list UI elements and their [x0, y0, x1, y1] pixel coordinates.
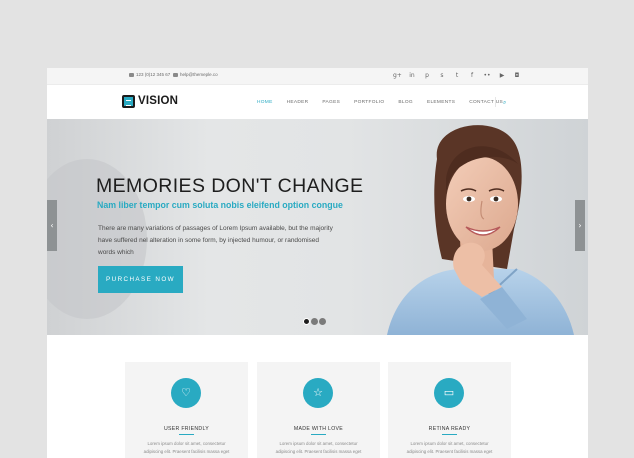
feature-text: Lorem ipsum dolor sit amet, consectetur … — [406, 441, 493, 454]
nav-item-elements[interactable]: ELEMENTS — [427, 100, 455, 105]
hero-woman-image — [387, 125, 574, 335]
slider-prev-button[interactable]: ‹ — [47, 200, 57, 251]
feature-title: USER FRIENDLY — [163, 426, 210, 432]
feature-card: ▭ RETINA READY Lorem ipsum dolor sit amet,… — [388, 362, 511, 458]
purchase-now-button[interactable]: PURCHASE NOW — [98, 266, 183, 293]
linkedin-icon[interactable]: in — [408, 72, 416, 80]
social-links: g+ in p s t f •• ▶ ◘ — [393, 72, 521, 80]
heart-icon: ♡ — [171, 378, 201, 408]
feature-divider — [311, 434, 326, 435]
nav-item-portfolio[interactable]: PORTFOLIO — [354, 100, 384, 105]
slider-pagination — [303, 318, 326, 325]
logo-text[interactable]: VISION — [138, 95, 178, 107]
feature-divider — [442, 434, 457, 435]
hero-description: There are many variations of passages of… — [98, 225, 333, 256]
pinterest-icon[interactable]: p — [423, 72, 431, 80]
hero-slider: MEMORIES DON'T CHANGE Nam liber tempor c… — [47, 119, 588, 335]
envelope-icon — [173, 72, 178, 77]
feature-title: RETINA READY — [428, 426, 471, 432]
twitter-icon[interactable]: t — [453, 72, 461, 80]
main-nav: HOME HEADER PAGES PORTFOLIO BLOG ELEMENTS CONT… — [257, 100, 517, 105]
youtube-icon[interactable]: ▶ — [498, 72, 506, 80]
nav-item-blog[interactable]: BLOG — [398, 100, 413, 105]
google-plus-icon[interactable]: g+ — [393, 72, 402, 80]
email-address[interactable]: help@themeple.co — [180, 72, 218, 77]
website-page: 123 (0)12 345 67 help@themeple.co g+ in p s… — [47, 68, 588, 458]
site-header: VISION HOME HEADER PAGES PORTFOLIO BLOG ELEME… — [47, 85, 588, 119]
hero-subtitle: Nam liber tempor cum soluta nobis eleife… — [97, 200, 343, 210]
slider-dot[interactable] — [311, 318, 318, 325]
slider-next-button[interactable]: › — [575, 200, 585, 251]
top-bar: 123 (0)12 345 67 help@themeple.co g+ in p s… — [47, 68, 588, 85]
nav-divider — [495, 97, 496, 107]
feature-card: ♡ USER FRIENDLY Lorem ipsum dolor sit amet… — [125, 362, 248, 458]
nav-item-contact-us[interactable]: CONTACT US — [469, 100, 503, 105]
feature-divider — [179, 434, 194, 435]
hero-title: MEMORIES DON'T CHANGE — [96, 175, 364, 197]
phone-icon — [129, 72, 134, 77]
phone-contact: 123 (0)12 345 67 — [129, 72, 170, 77]
feature-text: Lorem ipsum dolor sit amet, consectetur … — [275, 441, 362, 454]
nav-item-pages[interactable]: PAGES — [322, 100, 340, 105]
nav-item-header[interactable]: HEADER — [287, 100, 309, 105]
skype-icon[interactable]: s — [438, 72, 446, 80]
monitor-icon: ▭ — [434, 378, 464, 408]
flickr-icon[interactable]: •• — [483, 72, 491, 80]
feature-text: Lorem ipsum dolor sit amet, consectetur … — [143, 441, 230, 454]
features-section: ♡ USER FRIENDLY Lorem ipsum dolor sit amet… — [47, 335, 588, 458]
instagram-icon[interactable]: ◘ — [513, 72, 521, 80]
slider-dot[interactable] — [319, 318, 326, 325]
logo-icon[interactable] — [122, 95, 135, 108]
slider-dot[interactable] — [303, 318, 310, 325]
star-icon: ☆ — [303, 378, 333, 408]
search-icon[interactable]: ⌕ — [503, 99, 506, 107]
facebook-icon[interactable]: f — [468, 72, 476, 80]
feature-card: ☆ MADE WITH LOVE Lorem ipsum dolor sit ame… — [257, 362, 380, 458]
email-contact[interactable]: help@themeple.co — [173, 72, 218, 77]
phone-number: 123 (0)12 345 67 — [136, 72, 171, 77]
nav-item-home[interactable]: HOME — [257, 100, 273, 105]
feature-title: MADE WITH LOVE — [293, 426, 344, 432]
